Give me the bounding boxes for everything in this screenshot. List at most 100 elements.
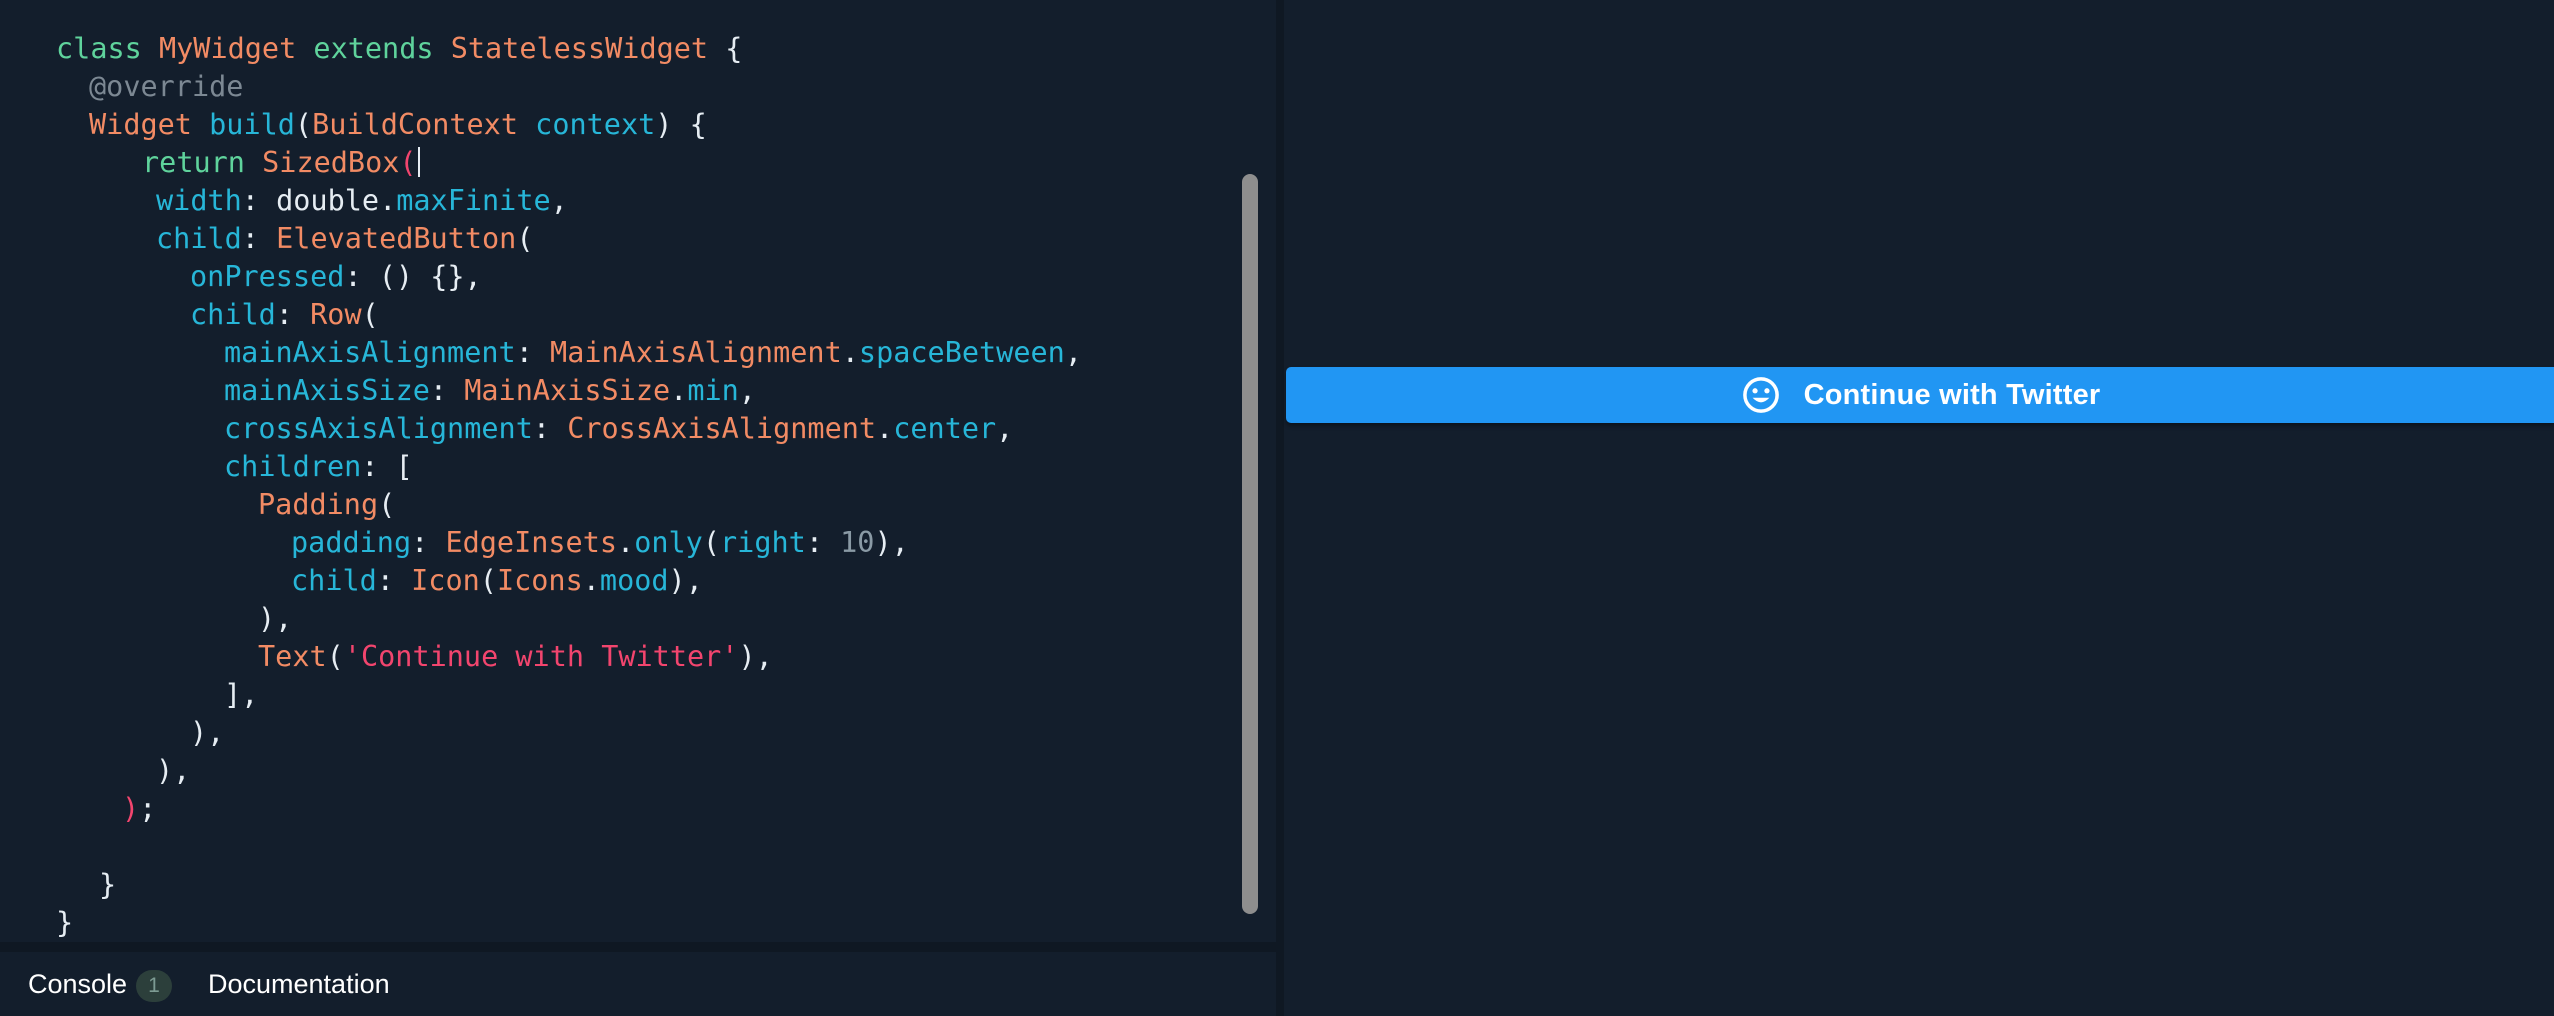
app-preview: Continue with Twitter <box>1284 0 2554 1016</box>
code-token: . <box>617 526 635 559</box>
code-text[interactable]: class MyWidget extends StatelessWidget {… <box>56 30 1082 942</box>
text-cursor <box>417 147 420 177</box>
code-token: center <box>893 412 997 445</box>
code-line: crossAxisAlignment: CrossAxisAlignment.c… <box>56 410 1082 448</box>
code-token: Icons <box>496 564 583 597</box>
button-content-row: Continue with Twitter <box>1286 367 2554 423</box>
code-token: : <box>376 564 412 597</box>
code-token: onPressed <box>190 260 345 293</box>
code-token: ), <box>258 602 293 635</box>
code-token: : <box>805 526 841 559</box>
code-token: : <box>532 412 568 445</box>
code-token: mainAxisAlignment <box>224 336 516 369</box>
code-token: ), <box>874 526 909 559</box>
code-token: ( <box>361 298 379 331</box>
code-token: ) <box>122 792 140 825</box>
code-token: ( <box>479 564 497 597</box>
code-line: @override <box>56 68 1082 106</box>
code-token: extends <box>313 32 434 65</box>
code-line: class MyWidget extends StatelessWidget { <box>56 30 1082 68</box>
code-line: width: double.maxFinite, <box>56 182 1082 220</box>
code-line: Text('Continue with Twitter'), <box>56 638 1082 676</box>
code-token: min <box>687 374 739 407</box>
code-token: only <box>634 526 703 559</box>
code-token: context <box>535 108 656 141</box>
button-label: Continue with Twitter <box>1803 378 2101 411</box>
code-line: children: [ <box>56 448 1082 486</box>
code-token: @override <box>89 70 244 103</box>
code-token: child <box>156 222 242 255</box>
tab-documentation[interactable]: Documentation <box>208 952 390 1016</box>
code-token: Widget <box>89 108 192 141</box>
code-token: right <box>720 526 806 559</box>
code-line: onPressed: () {}, <box>56 258 1082 296</box>
code-line: padding: EdgeInsets.only(right: 10), <box>56 524 1082 562</box>
code-token: { <box>725 32 743 65</box>
code-token: ], <box>224 678 259 711</box>
bottom-tab-bar: Console 1 Documentation <box>0 952 1276 1016</box>
tab-console[interactable]: Console <box>28 952 127 1016</box>
mood-icon <box>1742 377 1779 413</box>
code-token: ( <box>399 146 417 179</box>
code-line: ), <box>56 752 1082 790</box>
code-line: mainAxisAlignment: MainAxisAlignment.spa… <box>56 334 1082 372</box>
code-token: . <box>670 374 688 407</box>
code-line: child: ElevatedButton( <box>56 220 1082 258</box>
code-token: MainAxisAlignment <box>550 336 842 369</box>
code-token: MyWidget <box>158 32 297 65</box>
code-token: children <box>224 450 362 483</box>
code-token: ( <box>516 222 534 255</box>
code-token: Text <box>258 640 327 673</box>
code-token: . <box>876 412 894 445</box>
code-line: ); <box>56 790 1082 828</box>
code-token: mood <box>599 564 669 597</box>
code-token: ( <box>294 108 313 141</box>
editor-scrollbar-thumb[interactable] <box>1242 174 1258 914</box>
code-token: , <box>996 412 1014 445</box>
code-line: } <box>56 904 1082 942</box>
console-count-badge: 1 <box>136 970 172 1002</box>
code-token: ), <box>190 716 225 749</box>
code-token: padding <box>291 526 412 559</box>
code-token: mainAxisSize <box>224 374 430 407</box>
code-token: ), <box>668 564 703 597</box>
code-token: ElevatedButton <box>276 222 517 255</box>
code-line: Padding( <box>56 486 1082 524</box>
code-token: , <box>1064 336 1082 369</box>
code-token: Padding <box>258 488 379 521</box>
code-token: ), <box>738 640 773 673</box>
code-editor[interactable]: class MyWidget extends StatelessWidget {… <box>0 0 1276 942</box>
code-token: ; <box>139 792 157 825</box>
code-line: child: Icon(Icons.mood), <box>56 562 1082 600</box>
code-token: StatelessWidget <box>450 32 709 65</box>
code-line: child: Row( <box>56 296 1082 334</box>
code-token: spaceBetween <box>858 336 1065 369</box>
code-token: CrossAxisAlignment <box>567 412 877 445</box>
code-token: Icon <box>411 564 480 597</box>
code-token: 10 <box>840 526 875 559</box>
code-token: ), <box>156 754 191 787</box>
code-token: : <box>411 526 446 559</box>
code-token: ( <box>326 640 344 673</box>
code-token: crossAxisAlignment <box>224 412 533 445</box>
vertical-splitter[interactable] <box>1276 0 1284 1016</box>
code-token: class <box>56 32 142 65</box>
code-token: : <box>429 374 465 407</box>
code-token: : () {}, <box>344 260 482 293</box>
code-token: EdgeInsets <box>445 526 618 559</box>
code-token: child <box>190 298 276 331</box>
continue-with-twitter-button[interactable]: Continue with Twitter <box>1286 367 2554 423</box>
code-token: build <box>209 108 295 141</box>
code-token: width <box>156 184 242 217</box>
code-line: ], <box>56 676 1082 714</box>
app-root: class MyWidget extends StatelessWidget {… <box>0 0 2554 1016</box>
code-token: : double. <box>241 184 397 217</box>
code-line: ), <box>56 714 1082 752</box>
horizontal-splitter[interactable] <box>0 942 1276 952</box>
code-token: MainAxisSize <box>464 374 671 407</box>
code-token: BuildContext <box>312 108 518 141</box>
code-token: : [ <box>361 450 413 483</box>
code-line: mainAxisSize: MainAxisSize.min, <box>56 372 1082 410</box>
code-token: child <box>291 564 377 597</box>
